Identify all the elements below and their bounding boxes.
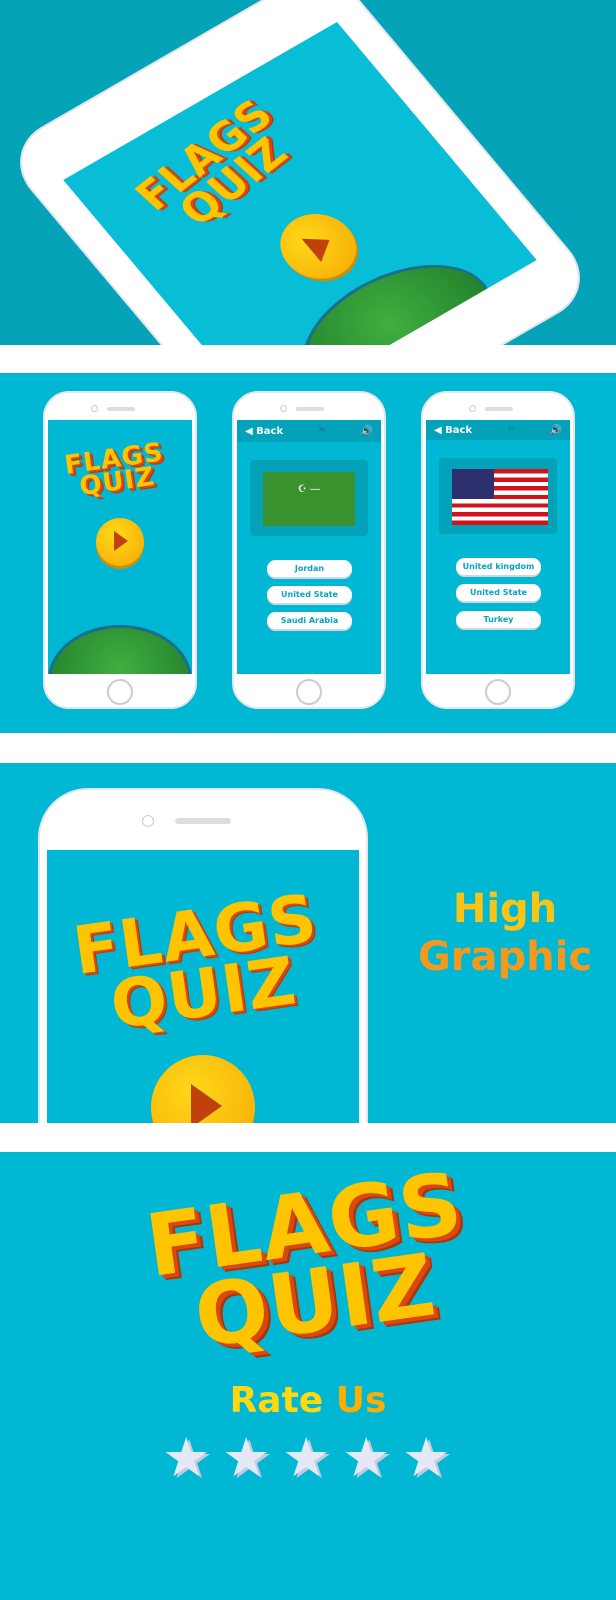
quiz-screen-2: ◀ Back ⚑ 🔊 United kingdom United State Tur… [426,420,570,674]
play-button[interactable] [265,201,372,292]
feature-title: High Graphic [400,885,610,981]
speaker [296,407,324,411]
back-button[interactable]: ◀ Back [245,426,283,437]
camera [469,405,476,412]
star-icon[interactable]: ★ [222,1426,270,1489]
answer-option[interactable]: Jordan [267,560,352,577]
flags-quiz-logo: FLAGS QUIZ [131,1154,489,1369]
back-label: Back [256,425,284,437]
flag-card [439,458,557,534]
camera [142,815,154,827]
top-bar: ◀ Back ⚑ 🔊 [237,420,381,442]
camera [91,405,98,412]
rate-word: Rate [229,1380,324,1421]
answer-option[interactable]: Saudi Arabia [267,612,352,629]
star-icon[interactable]: ★ [162,1426,210,1489]
flag-icon: ⚑ [506,424,516,436]
back-label: Back [445,424,473,436]
home-screen: FLAGS QUIZ [48,420,192,674]
rate-section: FLAGS QUIZ Rate Us ★ ★ ★ ★ ★ [0,1152,616,1600]
back-button[interactable]: ◀ Back [434,425,472,436]
large-phone-screen: FLAGS QUIZ [47,850,359,1123]
flags-quiz-logo: FLAGS QUIZ [69,880,329,1045]
flag-icon: ⚑ [317,425,327,437]
quiz-screen-1: ◀ Back ⚑ 🔊 ☪ ― Jordan United State Saudi A… [237,420,381,674]
feature-section: FLAGS QUIZ High Graphic [0,763,616,1123]
camera [280,405,287,412]
star-icon[interactable]: ★ [402,1426,450,1489]
phone-quiz-2: ◀ Back ⚑ 🔊 United kingdom United State Tur… [421,391,575,709]
phone-home: FLAGS QUIZ [43,391,197,709]
answer-option[interactable]: United State [267,586,352,603]
flags-quiz-logo: FLAGS QUIZ [63,437,168,502]
screens-section: FLAGS QUIZ ◀ Back ⚑ 🔊 ☪ ― Jordan United Sta… [0,373,616,733]
globe-illustration [48,625,192,674]
hero-section: FLAGS QUIZ [0,0,616,345]
speaker [485,407,513,411]
tilted-phone-screen: FLAGS QUIZ [63,21,537,345]
answer-option[interactable]: United State [456,584,541,601]
play-button[interactable] [151,1055,255,1123]
feature-line2: Graphic [417,934,593,980]
answer-option[interactable]: Turkey [456,611,541,628]
home-button [107,679,133,705]
play-button[interactable] [96,518,144,566]
home-button [296,679,322,705]
speaker-icon[interactable]: 🔊 [550,425,562,436]
us-word: Us [335,1380,387,1421]
star-icon[interactable]: ★ [282,1426,330,1489]
home-button [485,679,511,705]
flag-card: ☪ ― [250,460,368,536]
speaker [175,818,231,824]
tilted-phone: FLAGS QUIZ [0,0,602,345]
feature-line1: High [452,886,558,932]
star-icon[interactable]: ★ [342,1426,390,1489]
saudi-arabia-flag: ☪ ― [263,472,355,526]
speaker-icon[interactable]: 🔊 [361,426,373,437]
rate-us-title: Rate Us [0,1380,616,1421]
speaker [107,407,135,411]
flags-quiz-logo: FLAGS QUIZ [125,90,309,242]
usa-flag [452,469,548,525]
phone-quiz-1: ◀ Back ⚑ 🔊 ☪ ― Jordan United State Saudi A… [232,391,386,709]
answer-option[interactable]: United kingdom [456,558,541,575]
large-phone: FLAGS QUIZ [38,788,368,1123]
top-bar: ◀ Back ⚑ 🔊 [426,420,570,440]
